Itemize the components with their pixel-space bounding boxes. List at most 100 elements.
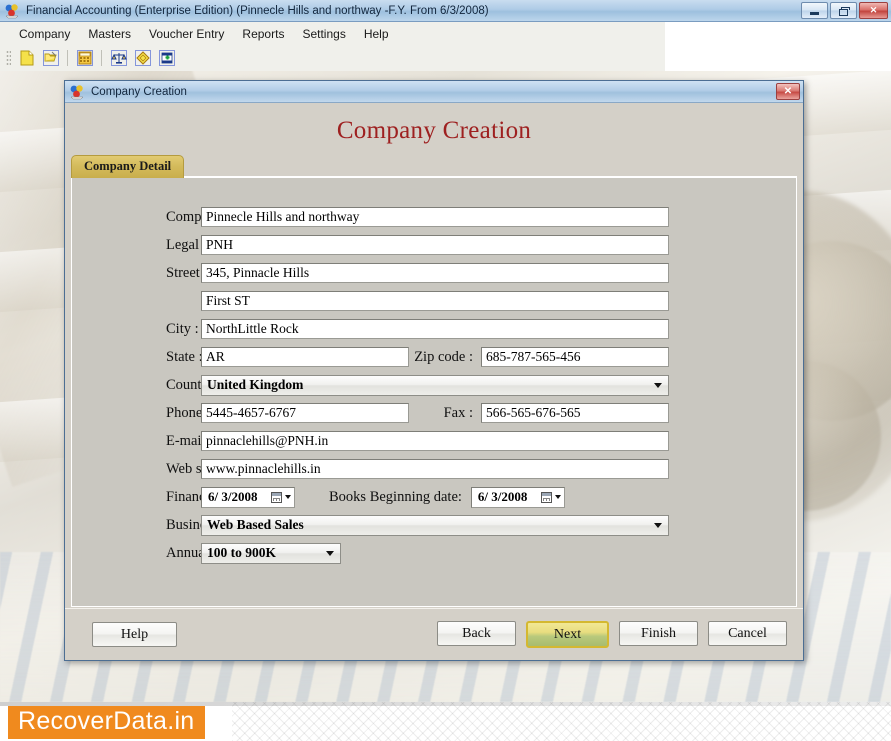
chevron-down-icon: [654, 522, 662, 528]
window-titlebar: Financial Accounting (Enterprise Edition…: [0, 0, 891, 22]
financial-year-from-label: Financial year from :: [166, 488, 288, 505]
recoverdata-watermark: RecoverData.in: [8, 706, 205, 739]
chevron-down-icon: [326, 550, 334, 556]
company-detail-form: Company name : Pinnecle Hills and northw…: [72, 178, 796, 606]
email-label: E-mail :: [166, 432, 214, 449]
cancel-button[interactable]: Cancel: [708, 621, 787, 646]
watermark-bar: RecoverData.in: [0, 702, 891, 741]
legal-name-input[interactable]: PNH: [201, 235, 669, 255]
fax-label: Fax :: [443, 404, 473, 421]
business-type-label: Business type :: [166, 516, 254, 533]
finish-button[interactable]: Finish: [619, 621, 698, 646]
form-row-country: Country : United Kingdom: [72, 371, 796, 399]
form-row-phone-fax: Phone : 5445-4657-6767 Fax : 566-565-676…: [72, 399, 796, 427]
dialog-app-icon: [69, 84, 85, 100]
minimize-button[interactable]: [801, 2, 828, 19]
street-label: Street :: [166, 264, 208, 281]
annual-revenue-selected-value: 100 to 900K: [207, 545, 276, 560]
calendar-icon: [271, 491, 282, 503]
toolbar-grip[interactable]: [6, 50, 11, 66]
annual-revenue-label: Annual revenue :: [166, 544, 266, 561]
form-row-website: Web site : www.pinnaclehills.in: [72, 455, 796, 483]
phone-label: Phone :: [166, 404, 210, 421]
form-row-street2: First ST: [72, 287, 796, 315]
form-row-annual-revenue: Annual revenue : 100 to 900K: [72, 539, 796, 567]
form-row-email: E-mail : pinnaclehills@PNH.in: [72, 427, 796, 455]
chevron-down-icon: [554, 495, 561, 499]
company-name-input[interactable]: Pinnecle Hills and northway: [201, 207, 669, 227]
menu-item-company[interactable]: Company: [10, 24, 79, 44]
page-title: Company Creation: [336, 117, 532, 144]
fax-input[interactable]: 566-565-676-565: [481, 403, 669, 423]
dialog-titlebar: Company Creation ✕: [65, 81, 803, 103]
toolbar-separator: [67, 50, 68, 66]
watermark-texture: [232, 702, 891, 741]
street2-input[interactable]: First ST: [201, 291, 669, 311]
financial-year-from-value: 6/ 3/2008: [208, 489, 258, 504]
business-type-selected-value: Web Based Sales: [207, 517, 304, 532]
calculator-icon[interactable]: [74, 48, 95, 69]
toolbar-filler: [665, 45, 891, 71]
state-label: State :: [166, 348, 203, 365]
form-row-legal-name: Legal name : PNH: [72, 231, 796, 259]
menubar: Company Masters Voucher Entry Reports Se…: [0, 22, 665, 45]
country-label: Country :: [166, 376, 222, 393]
business-type-select[interactable]: Web Based Sales: [201, 514, 669, 536]
company-detail-panel: Company name : Pinnecle Hills and northw…: [71, 176, 797, 607]
toolbar-separator: [101, 50, 102, 66]
application-window: Financial Accounting (Enterprise Edition…: [0, 0, 891, 741]
country-select[interactable]: United Kingdom: [201, 374, 669, 396]
open-company-icon[interactable]: [40, 48, 61, 69]
calendar-icon: [540, 491, 552, 503]
balance-scales-icon[interactable]: [108, 48, 129, 69]
city-input[interactable]: NorthLittle Rock: [201, 319, 669, 339]
report-icon[interactable]: [156, 48, 177, 69]
form-row-business-type: Business type : Web Based Sales: [72, 511, 796, 539]
menubar-filler: [665, 22, 891, 45]
toolbar: [0, 45, 665, 71]
annual-revenue-select[interactable]: 100 to 900K: [201, 542, 341, 564]
wizard-button-group: Back Next Finish Cancel: [437, 621, 787, 648]
window-controls: ✕: [801, 2, 888, 19]
chevron-down-icon: [285, 495, 291, 499]
books-beginning-date-label: Books Beginning date:: [329, 488, 462, 505]
restore-button[interactable]: [830, 2, 857, 19]
ledger-icon[interactable]: [132, 48, 153, 69]
back-button[interactable]: Back: [437, 621, 516, 646]
company-creation-dialog: Company Creation ✕ Company Creation Comp…: [64, 80, 804, 661]
dialog-body: Company Creation Company Detail Company …: [65, 103, 803, 660]
books-beginning-date-datepicker[interactable]: 6/ 3/2008: [470, 486, 565, 508]
form-row-state-zip: State : AR Zip code : 685-787-565-456: [72, 343, 796, 371]
country-selected-value: United Kingdom: [207, 377, 304, 392]
new-company-icon[interactable]: [16, 48, 37, 69]
state-input[interactable]: AR: [201, 347, 409, 367]
dialog-button-bar: Help Back Next Finish Cancel: [65, 608, 803, 660]
next-button[interactable]: Next: [526, 621, 609, 648]
city-label: City :: [166, 320, 199, 337]
dialog-title: Company Creation: [91, 85, 187, 98]
menu-item-voucher-entry[interactable]: Voucher Entry: [140, 24, 233, 44]
books-beginning-date-value: 6/ 3/2008: [477, 489, 528, 504]
help-button[interactable]: Help: [92, 622, 177, 647]
menu-item-masters[interactable]: Masters: [79, 24, 140, 44]
zip-code-label: Zip code :: [414, 348, 473, 365]
website-input[interactable]: www.pinnaclehills.in: [201, 459, 669, 479]
website-label: Web site :: [166, 460, 224, 477]
close-button[interactable]: ✕: [859, 2, 888, 19]
email-input[interactable]: pinnaclehills@PNH.in: [201, 431, 669, 451]
chevron-down-icon: [654, 382, 662, 388]
street-input[interactable]: 345, Pinnacle Hills: [201, 263, 669, 283]
tab-company-detail[interactable]: Company Detail: [71, 155, 185, 178]
phone-input[interactable]: 5445-4657-6767: [201, 403, 409, 423]
dialog-close-button[interactable]: ✕: [776, 83, 800, 100]
zip-code-input[interactable]: 685-787-565-456: [481, 347, 669, 367]
form-row-company-name: Company name : Pinnecle Hills and northw…: [72, 203, 796, 231]
menu-item-settings[interactable]: Settings: [293, 24, 354, 44]
company-name-label: Company name :: [166, 208, 265, 225]
menu-item-reports[interactable]: Reports: [233, 24, 293, 44]
tabstrip: Company Detail: [65, 155, 803, 178]
financial-year-from-datepicker[interactable]: 6/ 3/2008: [201, 486, 295, 508]
menu-item-help[interactable]: Help: [355, 24, 398, 44]
window-title: Financial Accounting (Enterprise Edition…: [26, 4, 489, 17]
app-icon: [4, 3, 20, 19]
